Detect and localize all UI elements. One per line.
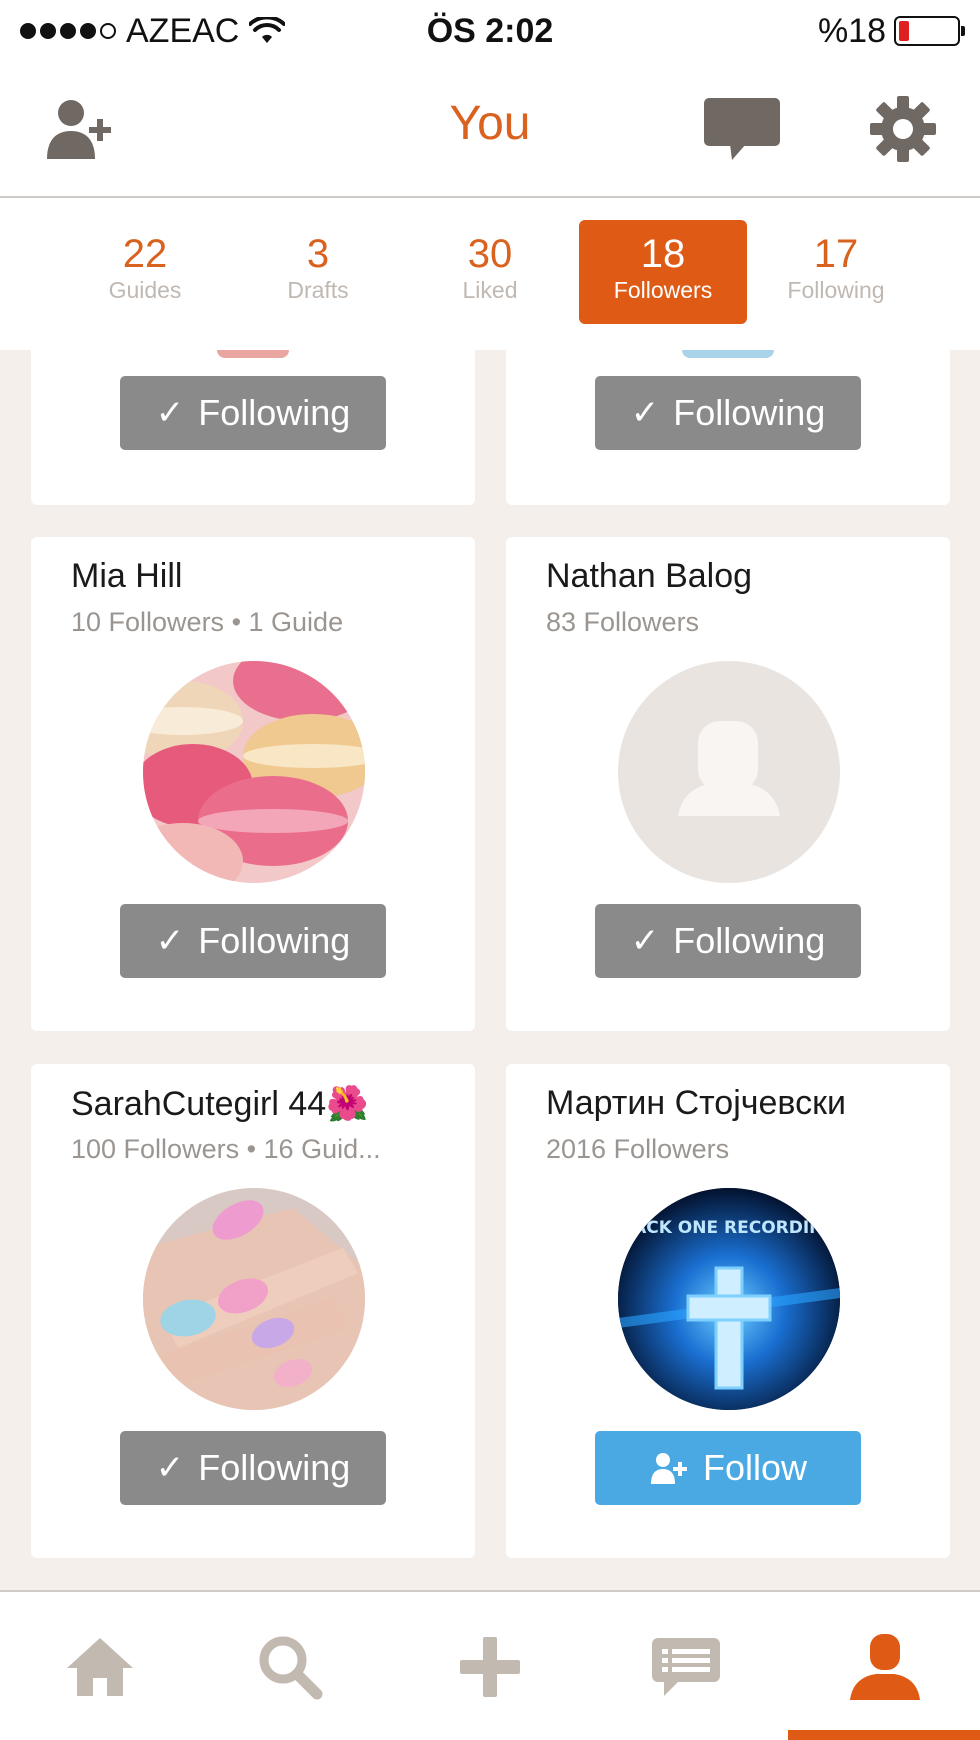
checkmark-icon: ✓ xyxy=(155,922,185,960)
tab-search[interactable] xyxy=(240,1622,340,1712)
user-name: Mia Hill xyxy=(71,557,183,595)
follow-button[interactable]: Follow xyxy=(595,1431,861,1505)
settings-button[interactable] xyxy=(858,84,948,174)
following-button[interactable]: ✓ Following xyxy=(120,904,386,978)
checkmark-icon: ✓ xyxy=(155,1449,185,1487)
logo-text: TRACK ONE RECORDINGS xyxy=(618,1218,840,1238)
tab-messages[interactable] xyxy=(636,1622,736,1712)
tab-followers[interactable]: 18 Followers xyxy=(579,220,747,324)
profile-tabs: 22 Guides 3 Drafts 30 Liked 18 Followers… xyxy=(0,198,980,350)
status-left: AZEAC xyxy=(20,11,286,51)
battery-icon xyxy=(894,16,965,46)
button-label: Follow xyxy=(702,1447,808,1488)
user-card[interactable]: ✓ Following xyxy=(506,350,950,505)
button-label: Following xyxy=(198,1447,351,1488)
checkmark-icon: ✓ xyxy=(630,922,660,960)
tab-create[interactable] xyxy=(440,1622,540,1712)
tab-count: 30 xyxy=(467,232,513,276)
button-label: Following xyxy=(198,392,351,433)
checkmark-icon: ✓ xyxy=(630,394,660,432)
user-stats: 2016 Followers xyxy=(546,1134,730,1164)
nails-photo xyxy=(143,1188,365,1410)
following-button[interactable]: ✓ Following xyxy=(120,376,386,450)
user-card[interactable]: SarahCutegirl 44🌺 100 Followers • 16 Gui… xyxy=(31,1064,475,1558)
tab-label: Liked xyxy=(462,277,518,303)
user-avatar[interactable] xyxy=(143,661,365,883)
status-right: %18 xyxy=(817,11,965,51)
user-stats: 10 Followers • 1 Guide xyxy=(71,607,344,637)
user-avatar[interactable]: TRACK ONE RECORDINGS xyxy=(618,1188,840,1410)
page-title: You xyxy=(449,97,531,150)
user-card[interactable]: ✓ Following xyxy=(31,350,475,505)
user-stats: 83 Followers xyxy=(546,607,700,637)
tab-guides[interactable]: 22 Guides xyxy=(61,220,229,324)
tab-profile[interactable] xyxy=(835,1622,935,1712)
avatar-partial xyxy=(217,350,289,358)
tab-drafts[interactable]: 3 Drafts xyxy=(234,220,402,324)
wifi-icon xyxy=(249,17,286,43)
followers-grid: ✓ Following ✓ Following Mia Hill 10 Foll… xyxy=(0,350,980,1590)
plus-icon xyxy=(460,1637,520,1697)
user-name: Мартин Стојчевски xyxy=(546,1084,846,1122)
user-avatar[interactable] xyxy=(143,1188,365,1410)
tab-liked[interactable]: 30 Liked xyxy=(406,220,574,324)
trackone-recordings-logo: TRACK ONE RECORDINGS xyxy=(618,1188,840,1410)
checkmark-icon: ✓ xyxy=(155,394,185,432)
user-card[interactable]: Nathan Balog 83 Followers ✓ Following xyxy=(506,537,950,1031)
tab-home[interactable] xyxy=(50,1622,150,1712)
user-avatar[interactable] xyxy=(618,661,840,883)
user-card[interactable]: Mia Hill 10 Followers • 1 Guide ✓ Follow… xyxy=(31,537,475,1031)
gear-icon xyxy=(870,96,936,162)
message-icon xyxy=(704,98,780,160)
search-icon xyxy=(259,1636,323,1700)
macarons-photo xyxy=(143,661,365,883)
navigation-bar: You xyxy=(0,62,980,198)
user-stats: 100 Followers • 16 Guid... xyxy=(71,1134,381,1164)
status-bar: AZEAC ÖS 2:02 %18 xyxy=(0,0,980,62)
tab-count: 3 xyxy=(306,232,330,276)
add-user-icon xyxy=(650,1453,687,1484)
tab-label: Followers xyxy=(613,277,713,303)
active-tab-indicator xyxy=(788,1730,980,1740)
default-user-avatar xyxy=(678,721,780,816)
carrier-name: AZEAC xyxy=(126,11,240,50)
tab-following[interactable]: 17 Following xyxy=(752,220,920,324)
user-name: SarahCutegirl 44🌺 xyxy=(71,1085,369,1123)
chat-icon xyxy=(652,1638,720,1696)
profile-icon xyxy=(850,1634,920,1700)
home-icon xyxy=(67,1638,133,1696)
messages-button[interactable] xyxy=(700,84,784,174)
button-label: Following xyxy=(673,920,826,961)
battery-percent: %18 xyxy=(817,11,886,50)
avatar-partial xyxy=(682,350,774,358)
tab-label: Drafts xyxy=(287,277,349,303)
user-name: Nathan Balog xyxy=(546,557,753,595)
following-button[interactable]: ✓ Following xyxy=(595,376,861,450)
tab-label: Guides xyxy=(108,277,182,303)
following-button[interactable]: ✓ Following xyxy=(595,904,861,978)
signal-icon xyxy=(20,23,116,39)
following-button[interactable]: ✓ Following xyxy=(120,1431,386,1505)
button-label: Following xyxy=(198,920,351,961)
tab-count: 17 xyxy=(813,232,859,276)
tab-count: 22 xyxy=(122,232,168,276)
button-label: Following xyxy=(673,392,826,433)
user-card[interactable]: Мартин Стојчевски 2016 Followers TRACK O… xyxy=(506,1064,950,1558)
bottom-tab-bar xyxy=(0,1590,980,1740)
tab-count: 18 xyxy=(640,232,686,276)
tab-label: Following xyxy=(787,277,885,303)
